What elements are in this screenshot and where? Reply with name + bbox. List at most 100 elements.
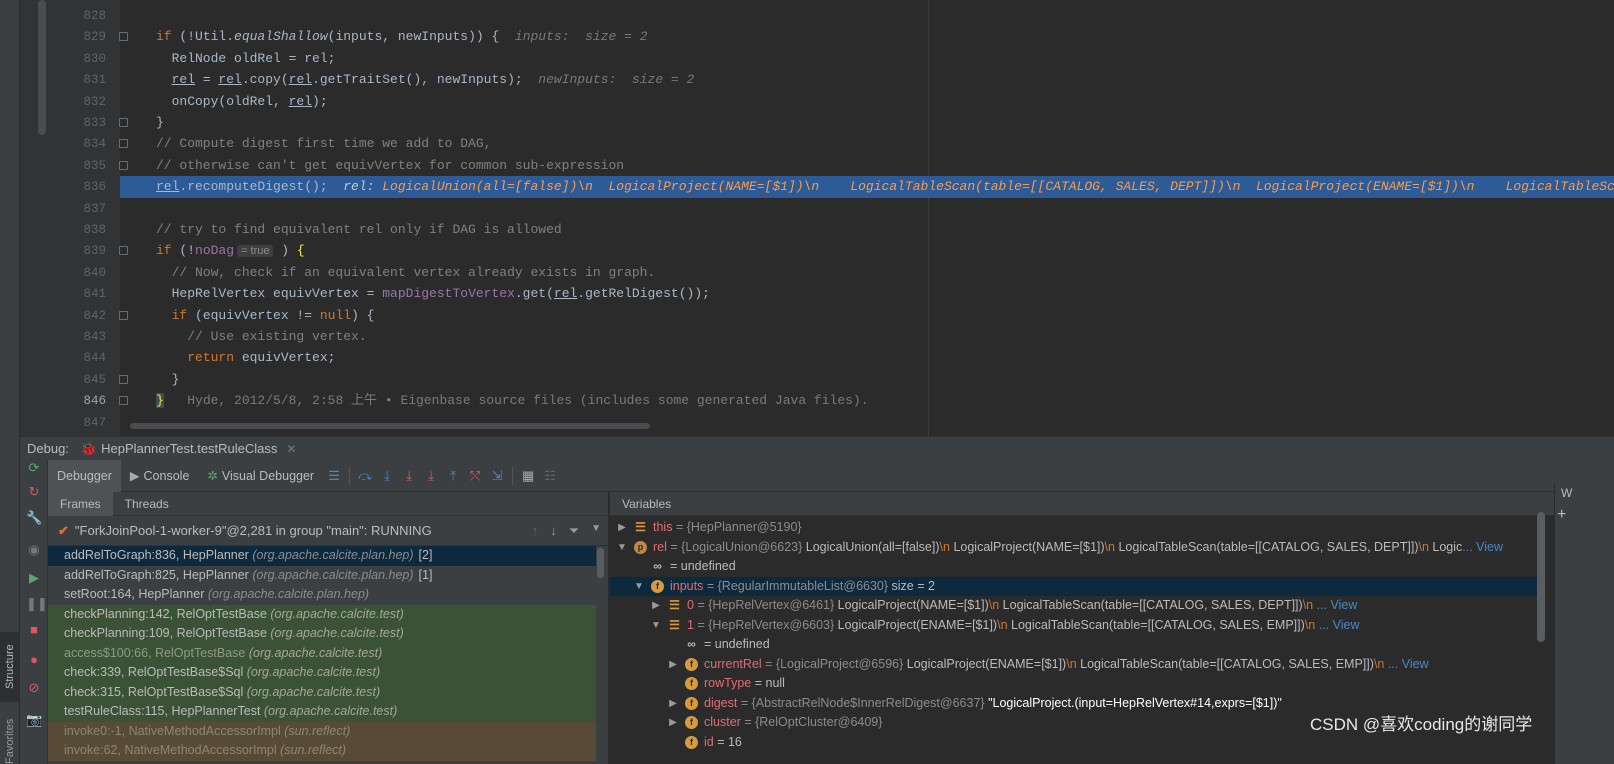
- view-breakpoints-icon[interactable]: ◉: [26, 542, 42, 558]
- tab-frames[interactable]: Frames: [48, 491, 113, 516]
- stop-icon[interactable]: ■: [26, 622, 42, 638]
- stack-frame[interactable]: access$100:66, RelOptTestBase (org.apach…: [48, 643, 596, 663]
- editor-horizontal-scrollbar[interactable]: [130, 423, 650, 429]
- down-arrow-icon[interactable]: ↓: [550, 523, 557, 539]
- rerun-failed-icon[interactable]: ↻: [26, 484, 42, 500]
- code-line[interactable]: 840 // Now, check if an equivalent verte…: [20, 262, 1614, 284]
- line-number[interactable]: 831: [60, 69, 106, 91]
- fold-marker-icon[interactable]: [119, 32, 128, 42]
- expand-arrow-icon[interactable]: ▶: [667, 713, 679, 733]
- stack-frame[interactable]: addRelToGraph:825, HepPlanner (org.apach…: [48, 566, 596, 586]
- stack-frame[interactable]: checkPlanning:142, RelOptTestBase (org.a…: [48, 604, 596, 624]
- favorites-tab[interactable]: Favorites: [0, 718, 20, 764]
- line-number[interactable]: 830: [60, 48, 106, 70]
- chevron-down-icon[interactable]: ▼: [591, 523, 601, 539]
- code-line[interactable]: 836 rel.recomputeDigest(); rel: LogicalUn…: [83, 176, 1614, 199]
- code-line[interactable]: 845 }: [20, 369, 1614, 391]
- camera-icon[interactable]: 📷: [26, 712, 42, 728]
- code-line[interactable]: 843 // Use existing vertex.: [20, 326, 1614, 348]
- drop-frame-icon[interactable]: ⤲: [464, 468, 486, 484]
- code-line[interactable]: 837: [20, 198, 1614, 220]
- stack-frame[interactable]: invoke0:-1, NativeMethodAccessorImpl (su…: [48, 721, 596, 741]
- line-number[interactable]: 844: [60, 347, 106, 369]
- line-number[interactable]: 828: [60, 5, 106, 27]
- line-number[interactable]: 834: [60, 133, 106, 155]
- pause-icon[interactable]: ❚❚: [26, 596, 48, 612]
- step-into-icon[interactable]: ⤓: [398, 468, 420, 484]
- fold-marker-icon[interactable]: [119, 374, 128, 384]
- resume-icon[interactable]: ▶: [26, 570, 42, 586]
- fold-marker-icon[interactable]: [119, 139, 128, 149]
- thread-selector[interactable]: ✔ "ForkJoinPool-1-worker-9"@2,281 in gro…: [48, 516, 609, 546]
- force-step-into-icon[interactable]: ⤓: [420, 468, 442, 484]
- mute-breakpoints-icon[interactable]: ⊘: [26, 680, 42, 696]
- tab-console[interactable]: ▶ Console: [121, 460, 199, 492]
- variable-row[interactable]: f id = 16: [610, 733, 1540, 753]
- variable-row[interactable]: ▼ f inputs = {RegularImmutableList@6630} s…: [610, 576, 1540, 596]
- line-number[interactable]: 832: [60, 91, 106, 113]
- tab-debugger[interactable]: Debugger: [48, 459, 121, 492]
- line-number[interactable]: 841: [60, 283, 106, 305]
- add-watch-icon[interactable]: +: [1557, 506, 1566, 524]
- code-line[interactable]: 846} Hyde, 2012/5/8, 2:58 上午 • Eigenbase…: [20, 390, 1614, 412]
- stack-frame[interactable]: addRelToGraph:836, HepPlanner (org.apach…: [48, 546, 596, 566]
- fold-marker-icon[interactable]: [119, 160, 128, 170]
- tab-visual-debugger[interactable]: ✲ Visual Debugger: [198, 460, 323, 492]
- line-number[interactable]: 847: [60, 412, 106, 434]
- evaluate-expression-icon[interactable]: ▦: [517, 468, 539, 484]
- stack-frame[interactable]: check:315, RelOptTestBase$Sql (org.apach…: [48, 682, 596, 702]
- variable-row[interactable]: ▶ f currentRel = {LogicalProject@6596} Log…: [610, 655, 1540, 675]
- stack-frame[interactable]: check:339, RelOptTestBase$Sql (org.apach…: [48, 663, 596, 683]
- stack-frame[interactable]: checkPlanning:109, RelOptTestBase (org.a…: [48, 624, 596, 644]
- breakpoints-icon[interactable]: ●: [26, 652, 42, 668]
- stack-frame[interactable]: invoke:62, NativeMethodAccessorImpl (sun…: [48, 741, 596, 761]
- line-number[interactable]: 839: [60, 240, 106, 262]
- line-number[interactable]: 838: [60, 219, 106, 241]
- up-arrow-icon[interactable]: ↑: [532, 523, 539, 539]
- line-number[interactable]: 842: [60, 305, 106, 327]
- line-number[interactable]: 837: [60, 198, 106, 220]
- code-line[interactable]: 841 HepRelVertex equivVertex = mapDigest…: [20, 283, 1614, 305]
- code-line[interactable]: 838 // try to find equivalent rel only if…: [20, 219, 1614, 241]
- code-line[interactable]: 830 RelNode oldRel = rel;: [20, 48, 1614, 70]
- fold-marker-icon[interactable]: [119, 310, 128, 320]
- frames-scrollbar[interactable]: [597, 548, 604, 578]
- collapse-arrow-icon[interactable]: ▼: [650, 616, 662, 636]
- rerun-icon[interactable]: ⟳: [26, 460, 42, 476]
- tab-threads[interactable]: Threads: [113, 492, 181, 516]
- run-to-cursor-icon[interactable]: ⇲: [486, 468, 508, 484]
- expand-arrow-icon[interactable]: ▶: [667, 694, 679, 714]
- expand-arrow-icon[interactable]: ▶: [667, 655, 679, 675]
- trace-icon[interactable]: ☷: [539, 468, 561, 484]
- menu-lines-icon[interactable]: ☰: [323, 468, 345, 484]
- variable-row[interactable]: ▶ ☰ this = {HepPlanner@5190}: [610, 518, 1540, 538]
- stack-frame[interactable]: testRuleClass:115, HepPlannerTest (org.a…: [48, 702, 596, 722]
- show-execution-point-icon[interactable]: ⤼: [354, 468, 376, 484]
- code-line[interactable]: 835 // otherwise can't get equivVertex fo…: [20, 155, 1614, 177]
- close-icon[interactable]: ✕: [286, 442, 296, 456]
- fold-marker-icon[interactable]: [119, 118, 128, 127]
- variable-row[interactable]: ▶ ☰ 0 = {HepRelVertex@6461} LogicalProject…: [610, 596, 1540, 616]
- debug-session-tab[interactable]: 🐞 HepPlannerTest.testRuleClass ✕: [81, 441, 297, 457]
- line-number[interactable]: 835: [60, 155, 106, 177]
- variable-row[interactable]: ∞ = undefined: [610, 557, 1540, 577]
- filter-icon[interactable]: ⏷: [569, 523, 579, 539]
- code-line[interactable]: 831 rel = rel.copy(rel.getTraitSet(), ne…: [20, 69, 1614, 91]
- expand-arrow-icon[interactable]: ▶: [616, 518, 628, 538]
- code-line[interactable]: 833}: [20, 112, 1614, 134]
- step-over-icon[interactable]: ⤓: [376, 468, 398, 484]
- code-line[interactable]: 842 if (equivVertex != null) {: [20, 305, 1614, 327]
- code-editor[interactable]: 828 829 if (!Util.equalShallow(inputs, new…: [20, 0, 1614, 436]
- step-out-icon[interactable]: ⤒: [442, 468, 464, 484]
- line-number[interactable]: 846: [60, 390, 106, 412]
- code-line[interactable]: 839 if (!noDag = true ) {: [20, 240, 1614, 262]
- line-number[interactable]: 836: [60, 176, 106, 198]
- line-number[interactable]: 840: [60, 262, 106, 284]
- code-line[interactable]: 828: [20, 5, 1614, 27]
- line-number[interactable]: 843: [60, 326, 106, 348]
- variables-scrollbar[interactable]: [1537, 512, 1545, 642]
- line-number[interactable]: 845: [60, 369, 106, 391]
- collapse-arrow-icon[interactable]: ▼: [616, 538, 628, 558]
- line-number[interactable]: 829: [60, 26, 106, 48]
- code-line[interactable]: 834 // Compute digest first time we add t…: [20, 133, 1614, 155]
